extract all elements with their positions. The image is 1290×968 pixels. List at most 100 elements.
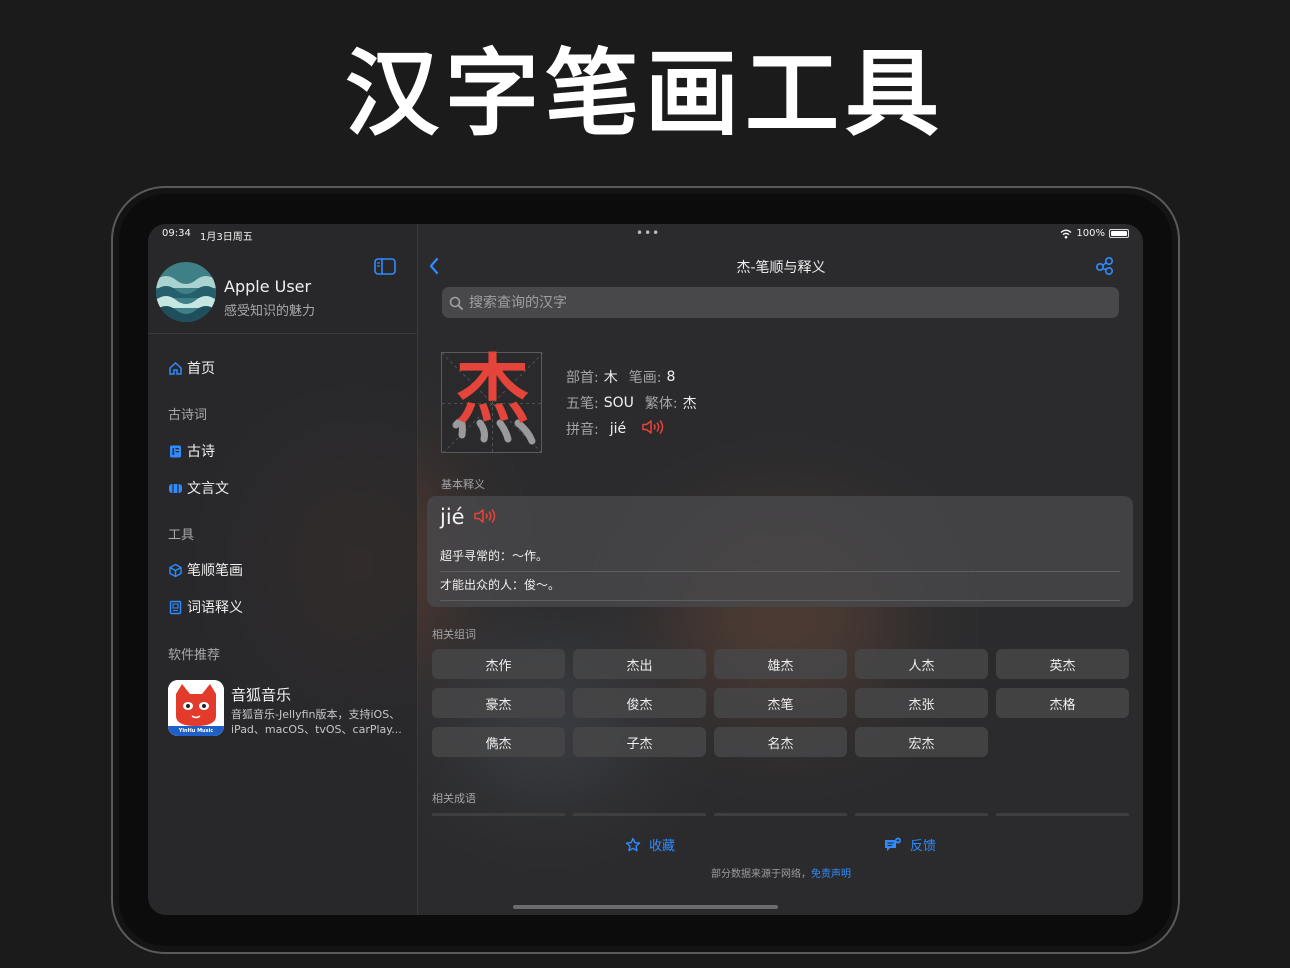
headline: 汉字笔画工具 xyxy=(344,40,945,149)
divider xyxy=(148,333,418,334)
word-chip[interactable]: 英杰 xyxy=(996,649,1129,679)
word-chip[interactable]: 宏杰 xyxy=(855,727,988,757)
traditional-value: 杰 xyxy=(682,396,697,412)
recommended-app[interactable]: YinHu Music 音狐音乐 音狐音乐-Jellyfin版本，支持iOS、i… xyxy=(168,680,413,738)
radical-value: 木 xyxy=(603,370,618,386)
word-chip[interactable]: 名杰 xyxy=(714,727,847,757)
strokes-value: 8 xyxy=(666,369,676,385)
play-pronunciation-button[interactable] xyxy=(641,419,665,439)
detail-pane: 杰-笔顺与释义 搜索查询的汉字 杰 部首: 木 笔画: 8 五笔: SOU 繁体… xyxy=(419,224,1143,915)
sidebar-section-tools: 工具 xyxy=(168,528,195,543)
definition-item: 才能出众的人：俊～。 xyxy=(440,576,1120,601)
radical-label: 部首: xyxy=(566,370,599,386)
sidebar: Apple User 感受知识的魅力 首页 古诗词 古诗 文言文 工具 笔顺笔画… xyxy=(148,224,418,915)
word-chip[interactable]: 俊杰 xyxy=(573,688,706,718)
stroke-order-character: 杰 xyxy=(455,347,530,433)
basic-meaning-label: 基本释义 xyxy=(441,478,485,491)
home-indicator[interactable] xyxy=(513,905,778,909)
app-icon-caption: YinHu Music xyxy=(178,728,214,734)
battery-icon xyxy=(1109,229,1129,238)
share-button[interactable] xyxy=(1095,256,1115,280)
footer-note: 部分数据来源于网络，免责声明 xyxy=(419,865,1143,880)
wubi-label: 五笔: xyxy=(566,396,599,412)
status-right: 100% xyxy=(1060,228,1129,239)
sidebar-section-poetry: 古诗词 xyxy=(168,408,208,423)
word-chip[interactable]: 子杰 xyxy=(573,727,706,757)
stroke-order-canvas[interactable]: 杰 xyxy=(441,347,544,455)
related-words-label: 相关组词 xyxy=(432,628,476,641)
multitask-dots[interactable]: ••• xyxy=(636,226,660,240)
home-icon xyxy=(169,361,182,375)
strokes-label: 笔画: xyxy=(628,370,662,386)
cube-icon xyxy=(169,563,182,577)
avatar xyxy=(156,262,216,322)
search-icon xyxy=(449,296,463,310)
word-chip[interactable]: 杰笔 xyxy=(714,688,847,718)
user-name: Apple User xyxy=(224,277,312,296)
sidebar-toggle-button[interactable] xyxy=(374,258,396,279)
pinyin-label: 拼音: xyxy=(566,422,599,438)
scroll-icon xyxy=(169,483,182,493)
word-chip[interactable]: 雄杰 xyxy=(714,649,847,679)
word-chip[interactable]: 杰格 xyxy=(996,688,1129,718)
search-input[interactable] xyxy=(469,294,1069,311)
sidebar-item-label: 文言文 xyxy=(187,481,229,497)
sidebar-section-recommend: 软件推荐 xyxy=(168,648,221,663)
feedback-label: 反馈 xyxy=(910,839,937,854)
status-bar: 09:34 1月3日周五 ••• 100% xyxy=(148,224,1143,244)
ipad-screen: 09:34 1月3日周五 ••• 100% Apple User 感受知识的魅力… xyxy=(148,224,1143,915)
sidebar-item-poems[interactable]: 古诗 xyxy=(168,441,215,461)
search-bar[interactable] xyxy=(442,287,1119,318)
recommended-app-title: 音狐音乐 xyxy=(231,686,292,704)
feedback-button[interactable]: 反馈 xyxy=(884,835,936,854)
wifi-icon xyxy=(1060,229,1072,238)
disclaimer-link[interactable]: 免责声明 xyxy=(811,869,851,880)
pinyin-row: 拼音: jié xyxy=(566,419,665,439)
footer-note-text: 部分数据来源于网络， xyxy=(711,869,811,880)
page-title: 杰-笔顺与释义 xyxy=(736,260,826,276)
sidebar-item-label: 词语释义 xyxy=(187,600,243,616)
related-idioms-list xyxy=(432,813,1129,816)
word-chip[interactable]: 杰作 xyxy=(432,649,565,679)
sidebar-item-stroke-order[interactable]: 笔顺笔画 xyxy=(168,560,243,580)
yinhu-music-app-icon: YinHu Music xyxy=(168,680,224,736)
sidebar-item-label: 古诗 xyxy=(187,444,215,460)
related-idioms-label: 相关成语 xyxy=(432,792,476,805)
definition-card: jié 超乎寻常的：～作。 才能出众的人：俊～。 xyxy=(427,496,1133,607)
related-words-grid: 杰作 杰出 雄杰 人杰 英杰 豪杰 俊杰 杰笔 杰张 杰格 儁杰 子杰 名杰 宏… xyxy=(432,649,1129,757)
definition-pinyin: jié xyxy=(440,505,465,529)
sidebar-toggle-icon xyxy=(374,258,396,275)
status-date: 1月3日周五 xyxy=(200,232,253,243)
battery-percent: 100% xyxy=(1076,228,1105,239)
star-icon xyxy=(625,837,641,851)
wubi-traditional-row: 五笔: SOU 繁体: 杰 xyxy=(566,393,703,413)
book-icon xyxy=(170,445,181,457)
play-definition-button[interactable] xyxy=(473,505,497,529)
speaker-icon xyxy=(473,509,495,523)
definition-item: 超乎寻常的：～作。 xyxy=(440,547,1120,572)
sidebar-item-label: 笔顺笔画 xyxy=(187,563,243,579)
traditional-label: 繁体: xyxy=(644,396,678,412)
sidebar-item-word-meaning[interactable]: 词语释义 xyxy=(168,597,243,617)
pinyin-value: jié xyxy=(609,421,627,437)
dictionary-icon xyxy=(169,600,182,614)
radical-strokes-row: 部首: 木 笔画: 8 xyxy=(566,367,681,387)
word-chip[interactable]: 人杰 xyxy=(855,649,988,679)
word-chip[interactable]: 杰出 xyxy=(573,649,706,679)
status-time: 09:34 xyxy=(162,228,191,239)
speaker-icon xyxy=(642,420,664,434)
share-icon xyxy=(1095,256,1114,276)
definition-pinyin-row: jié xyxy=(440,505,497,529)
word-chip[interactable]: 豪杰 xyxy=(432,688,565,718)
favorite-label: 收藏 xyxy=(649,839,676,854)
wubi-value: SOU xyxy=(603,395,634,411)
feedback-icon xyxy=(885,837,901,851)
word-chip[interactable]: 儁杰 xyxy=(432,727,565,757)
sidebar-item-home[interactable]: 首页 xyxy=(168,358,215,378)
recommended-app-desc: 音狐音乐-Jellyfin版本，支持iOS、iPad、macOS、tvOS、ca… xyxy=(231,708,402,736)
user-profile[interactable]: Apple User 感受知识的魅力 xyxy=(156,262,411,332)
sidebar-item-classical-chinese[interactable]: 文言文 xyxy=(168,478,229,498)
user-subtitle: 感受知识的魅力 xyxy=(224,304,316,319)
favorite-button[interactable]: 收藏 xyxy=(625,835,675,854)
word-chip[interactable]: 杰张 xyxy=(855,688,988,718)
